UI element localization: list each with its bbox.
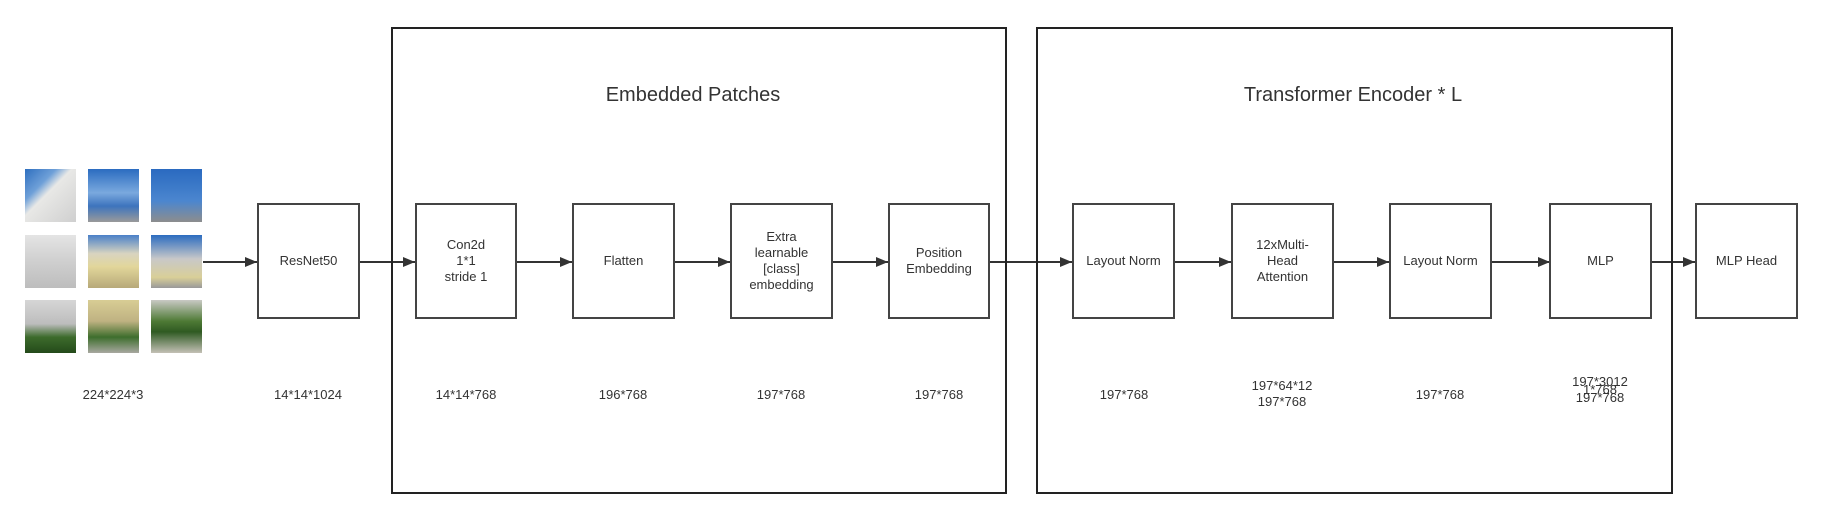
mlp-head-block: MLP Head [1695, 203, 1798, 319]
image-patch [88, 300, 139, 353]
resnet50-block: ResNet50 [257, 203, 360, 319]
image-patch [151, 169, 202, 222]
layer-norm-block-2: Layout Norm [1389, 203, 1492, 319]
conv2d-dim-label: 14*14*768 [435, 387, 497, 402]
vit-architecture-diagram: 224*224*3 ResNet50 14*14*1024 Embedded P… [0, 0, 1822, 518]
resnet50-dim-label: 14*14*1024 [274, 387, 342, 402]
image-patch [25, 235, 76, 288]
flatten-dim-label: 196*768 [598, 387, 648, 402]
class-embedding-block: Extra learnable [class] embedding [730, 203, 833, 319]
multi-head-attention-block: 12xMulti- Head Attention [1231, 203, 1334, 319]
mlp-dim-label: 197*3012 1*768 197*768 [1572, 374, 1628, 405]
layer-norm-2-dim-label: 197*768 [1415, 387, 1465, 402]
embedded-patches-title: Embedded Patches [605, 84, 781, 106]
input-dim-label: 224*224*3 [82, 387, 144, 402]
transformer-encoder-title: Transformer Encoder * L [1243, 84, 1463, 106]
image-patch [88, 235, 139, 288]
image-patch [151, 235, 202, 288]
conv2d-block: Con2d 1*1 stride 1 [415, 203, 517, 319]
image-patch [88, 169, 139, 222]
image-patch [151, 300, 202, 353]
image-patch [25, 169, 76, 222]
image-patch [25, 300, 76, 353]
mlp-block: MLP [1549, 203, 1652, 319]
position-embedding-block: Position Embedding [888, 203, 990, 319]
layer-norm-1-dim-label: 197*768 [1099, 387, 1149, 402]
flatten-block: Flatten [572, 203, 675, 319]
class-embedding-dim-label: 197*768 [756, 387, 806, 402]
position-embedding-dim-label: 197*768 [914, 387, 964, 402]
attention-dim-label: 197*64*12 197*768 [1251, 378, 1313, 409]
layer-norm-block-1: Layout Norm [1072, 203, 1175, 319]
